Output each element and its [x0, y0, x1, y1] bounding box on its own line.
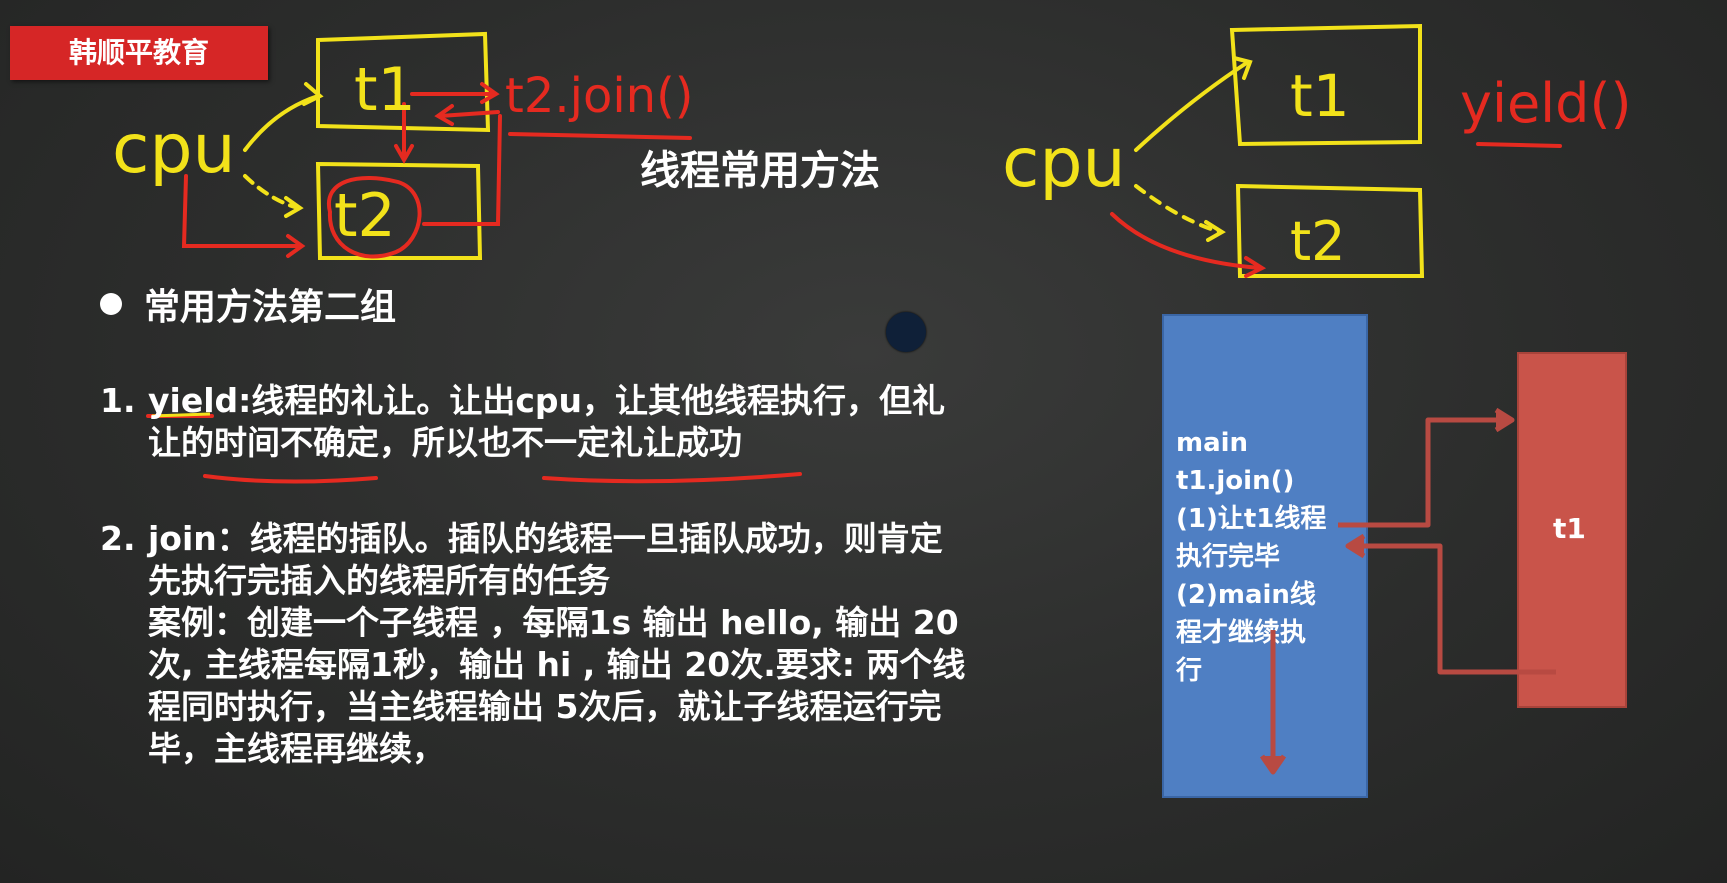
- arrow-t1-to-main: [1352, 543, 1556, 675]
- diagram-arrows: [1259, 407, 1556, 775]
- arrow-main-to-t1: [1338, 417, 1508, 528]
